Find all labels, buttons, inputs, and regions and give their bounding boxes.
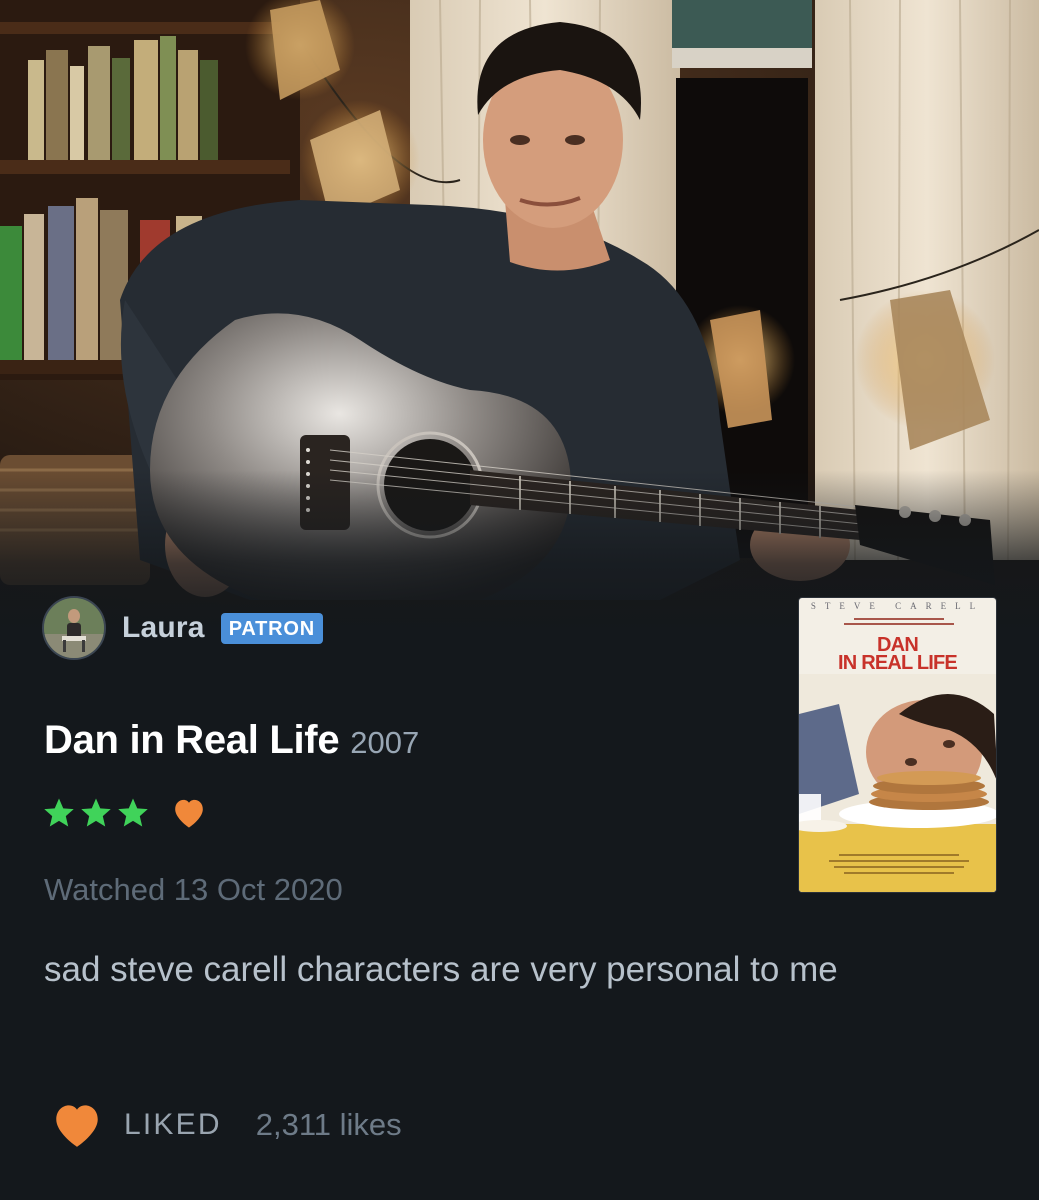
poster-title: DAN IN REAL LIFE — [799, 635, 996, 674]
star-icon — [118, 798, 148, 827]
film-title-row: Dan in Real Life 2007 — [44, 718, 419, 763]
heart-icon — [175, 799, 203, 828]
watched-date: Watched 13 Oct 2020 — [44, 872, 343, 907]
film-backdrop-image — [0, 0, 1039, 640]
like-heart-icon[interactable] — [50, 1101, 104, 1149]
patron-badge: PATRON — [220, 612, 323, 644]
poster-title-line2: IN REAL LIFE — [838, 652, 958, 674]
avatar[interactable] — [42, 596, 106, 660]
like-row: LIKED 2,311 likes — [50, 1100, 402, 1150]
star-icon — [81, 798, 111, 827]
likes-count[interactable]: 2,311 likes — [256, 1107, 402, 1143]
poster-tagline-texture — [829, 616, 966, 629]
avatar-image — [44, 598, 104, 658]
reviewer-name[interactable]: Laura — [122, 611, 205, 645]
film-poster[interactable]: STEVE CARELL DAN IN REAL LIFE — [798, 597, 997, 893]
film-title[interactable]: Dan in Real Life — [44, 718, 340, 763]
review-text: sad steve carell characters are very per… — [44, 950, 838, 989]
poster-tagline-lines — [844, 618, 954, 625]
film-year[interactable]: 2007 — [350, 725, 419, 761]
poster-actor-credit: STEVE CARELL — [810, 601, 985, 611]
poster-artwork — [799, 674, 996, 892]
liked-label[interactable]: LIKED — [124, 1108, 222, 1142]
star-icon — [44, 798, 74, 827]
rating-row — [42, 796, 207, 830]
reviewer-row[interactable]: Laura PATRON — [42, 596, 323, 660]
